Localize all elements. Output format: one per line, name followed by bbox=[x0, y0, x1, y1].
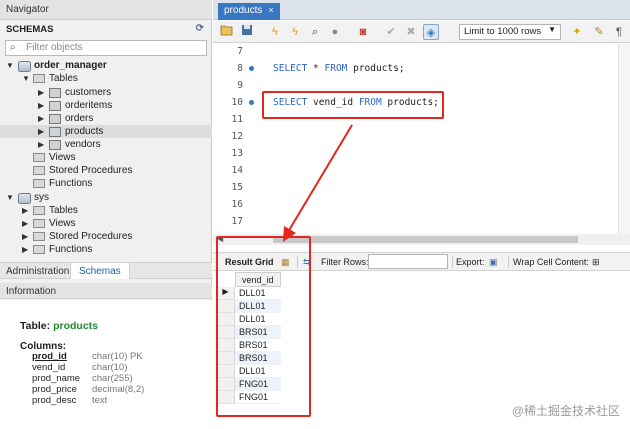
watermark: @稀土掘金技术社区 bbox=[511, 404, 620, 418]
annotation-arrow-icon bbox=[283, 124, 353, 242]
